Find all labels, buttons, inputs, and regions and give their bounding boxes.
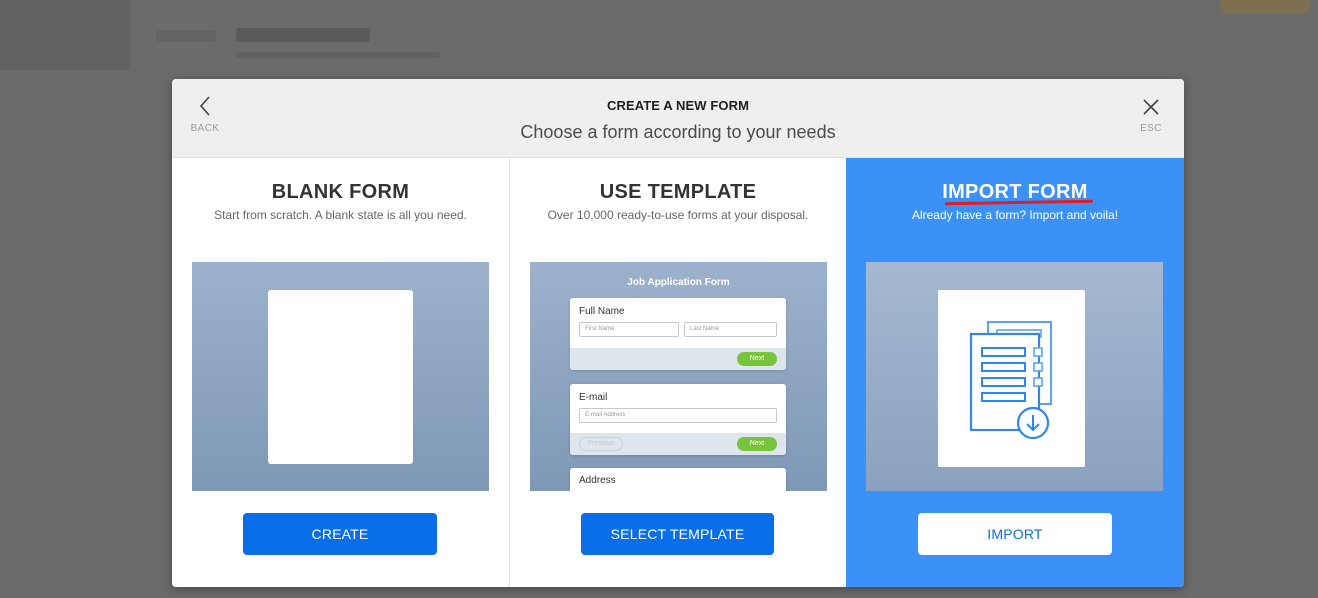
background-title [236,28,370,42]
background-breadcrumb [156,30,216,42]
option-blank-form[interactable]: BLANK FORM Start from scratch. A blank s… [172,158,509,587]
close-icon [1143,99,1159,115]
template-card-address: Address [570,468,786,491]
next-button-illustration: Next [737,352,777,366]
background-sidebar [0,0,130,70]
card-footer: Next [570,348,786,370]
blank-form-preview [192,262,489,491]
card-label: E-mail [579,392,608,403]
template-preview: Job Application Form Full Name First Nam… [530,262,827,491]
option-use-template[interactable]: USE TEMPLATE Over 10,000 ready-to-use fo… [509,158,846,587]
modal-subtitle: Choose a form according to your needs [520,122,836,142]
import-button[interactable]: IMPORT [918,513,1112,555]
background-corner-element [1220,0,1310,14]
option-import-form[interactable]: IMPORT FORM Already have a form? Import … [846,158,1184,587]
next-button-illustration: Next [737,437,777,451]
option-title: BLANK FORM [271,181,410,203]
option-description: Already have a form? Import and voila! [911,208,1119,222]
close-button[interactable]: ESC [1131,95,1171,141]
template-card-email: E-mail E-mail Address Previous Next [570,384,786,455]
option-description: Over 10,000 ready-to-use forms at your d… [547,208,809,222]
modal-title: CREATE A NEW FORM [606,98,750,113]
template-form-title: Job Application Form [627,277,730,288]
previous-button-illustration: Previous [579,437,623,451]
first-name-field: First Name [579,322,679,337]
card-footer: Previous Next [570,433,786,455]
option-title: USE TEMPLATE [599,181,757,203]
import-form-preview [866,262,1163,491]
background-subtitle [236,52,440,58]
create-button[interactable]: CREATE [243,513,437,555]
esc-label: ESC [1140,123,1162,134]
email-address-field: E-mail Address [579,408,777,423]
modal-header: BACK CREATE A NEW FORM Choose a form acc… [172,79,1184,158]
template-card-full-name: Full Name First Name Last Name Next [570,298,786,370]
import-illustration-card [938,290,1085,467]
select-template-button[interactable]: SELECT TEMPLATE [581,513,774,555]
blank-page-illustration [268,290,413,464]
import-documents-icon [969,321,1052,440]
card-label: Address [579,475,616,486]
option-description: Start from scratch. A blank state is all… [214,208,467,222]
create-form-modal: BACK CREATE A NEW FORM Choose a form acc… [172,79,1184,587]
last-name-field: Last Name [684,322,777,337]
card-label: Full Name [579,306,625,317]
